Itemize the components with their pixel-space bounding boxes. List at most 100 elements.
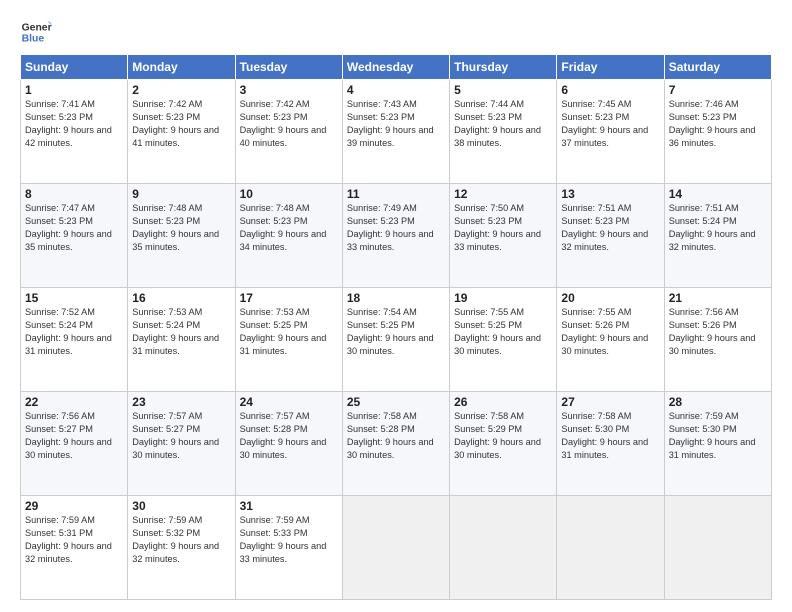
day-number: 25 — [347, 395, 445, 409]
day-number: 5 — [454, 83, 552, 97]
calendar-cell — [664, 496, 771, 600]
day-info: Sunrise: 7:48 AMSunset: 5:23 PMDaylight:… — [240, 202, 338, 254]
logo: General Blue — [20, 16, 52, 48]
day-info: Sunrise: 7:54 AMSunset: 5:25 PMDaylight:… — [347, 306, 445, 358]
day-info: Sunrise: 7:56 AMSunset: 5:26 PMDaylight:… — [669, 306, 767, 358]
day-info: Sunrise: 7:51 AMSunset: 5:23 PMDaylight:… — [561, 202, 659, 254]
calendar-cell: 3Sunrise: 7:42 AMSunset: 5:23 PMDaylight… — [235, 80, 342, 184]
day-info: Sunrise: 7:55 AMSunset: 5:26 PMDaylight:… — [561, 306, 659, 358]
day-number: 26 — [454, 395, 552, 409]
calendar-cell: 1Sunrise: 7:41 AMSunset: 5:23 PMDaylight… — [21, 80, 128, 184]
calendar-cell: 20Sunrise: 7:55 AMSunset: 5:26 PMDayligh… — [557, 288, 664, 392]
calendar-cell: 18Sunrise: 7:54 AMSunset: 5:25 PMDayligh… — [342, 288, 449, 392]
day-number: 28 — [669, 395, 767, 409]
day-info: Sunrise: 7:59 AMSunset: 5:33 PMDaylight:… — [240, 514, 338, 566]
day-info: Sunrise: 7:45 AMSunset: 5:23 PMDaylight:… — [561, 98, 659, 150]
day-number: 7 — [669, 83, 767, 97]
calendar-header-sunday: Sunday — [21, 55, 128, 80]
day-number: 11 — [347, 187, 445, 201]
svg-text:General: General — [22, 22, 52, 33]
day-info: Sunrise: 7:59 AMSunset: 5:31 PMDaylight:… — [25, 514, 123, 566]
day-number: 13 — [561, 187, 659, 201]
calendar-cell: 24Sunrise: 7:57 AMSunset: 5:28 PMDayligh… — [235, 392, 342, 496]
calendar-header-wednesday: Wednesday — [342, 55, 449, 80]
day-number: 14 — [669, 187, 767, 201]
day-info: Sunrise: 7:47 AMSunset: 5:23 PMDaylight:… — [25, 202, 123, 254]
day-info: Sunrise: 7:57 AMSunset: 5:27 PMDaylight:… — [132, 410, 230, 462]
day-number: 3 — [240, 83, 338, 97]
day-info: Sunrise: 7:58 AMSunset: 5:29 PMDaylight:… — [454, 410, 552, 462]
calendar-cell: 13Sunrise: 7:51 AMSunset: 5:23 PMDayligh… — [557, 184, 664, 288]
day-number: 16 — [132, 291, 230, 305]
calendar-page: General Blue SundayMondayTuesdayWednesda… — [0, 0, 792, 612]
calendar-table: SundayMondayTuesdayWednesdayThursdayFrid… — [20, 54, 772, 600]
calendar-week-5: 29Sunrise: 7:59 AMSunset: 5:31 PMDayligh… — [21, 496, 772, 600]
calendar-cell: 17Sunrise: 7:53 AMSunset: 5:25 PMDayligh… — [235, 288, 342, 392]
calendar-week-3: 15Sunrise: 7:52 AMSunset: 5:24 PMDayligh… — [21, 288, 772, 392]
calendar-cell — [557, 496, 664, 600]
day-number: 22 — [25, 395, 123, 409]
calendar-cell: 11Sunrise: 7:49 AMSunset: 5:23 PMDayligh… — [342, 184, 449, 288]
day-number: 18 — [347, 291, 445, 305]
day-number: 12 — [454, 187, 552, 201]
day-info: Sunrise: 7:43 AMSunset: 5:23 PMDaylight:… — [347, 98, 445, 150]
calendar-cell: 4Sunrise: 7:43 AMSunset: 5:23 PMDaylight… — [342, 80, 449, 184]
calendar-cell: 2Sunrise: 7:42 AMSunset: 5:23 PMDaylight… — [128, 80, 235, 184]
day-info: Sunrise: 7:58 AMSunset: 5:30 PMDaylight:… — [561, 410, 659, 462]
day-number: 9 — [132, 187, 230, 201]
calendar-cell: 25Sunrise: 7:58 AMSunset: 5:28 PMDayligh… — [342, 392, 449, 496]
day-info: Sunrise: 7:56 AMSunset: 5:27 PMDaylight:… — [25, 410, 123, 462]
day-number: 2 — [132, 83, 230, 97]
calendar-cell: 15Sunrise: 7:52 AMSunset: 5:24 PMDayligh… — [21, 288, 128, 392]
day-number: 15 — [25, 291, 123, 305]
day-number: 24 — [240, 395, 338, 409]
day-number: 23 — [132, 395, 230, 409]
page-header: General Blue — [20, 16, 772, 48]
calendar-cell: 9Sunrise: 7:48 AMSunset: 5:23 PMDaylight… — [128, 184, 235, 288]
calendar-cell: 7Sunrise: 7:46 AMSunset: 5:23 PMDaylight… — [664, 80, 771, 184]
calendar-header-tuesday: Tuesday — [235, 55, 342, 80]
calendar-cell: 10Sunrise: 7:48 AMSunset: 5:23 PMDayligh… — [235, 184, 342, 288]
calendar-cell: 14Sunrise: 7:51 AMSunset: 5:24 PMDayligh… — [664, 184, 771, 288]
day-number: 30 — [132, 499, 230, 513]
day-info: Sunrise: 7:53 AMSunset: 5:24 PMDaylight:… — [132, 306, 230, 358]
day-info: Sunrise: 7:48 AMSunset: 5:23 PMDaylight:… — [132, 202, 230, 254]
day-info: Sunrise: 7:51 AMSunset: 5:24 PMDaylight:… — [669, 202, 767, 254]
calendar-cell: 28Sunrise: 7:59 AMSunset: 5:30 PMDayligh… — [664, 392, 771, 496]
day-number: 19 — [454, 291, 552, 305]
day-info: Sunrise: 7:50 AMSunset: 5:23 PMDaylight:… — [454, 202, 552, 254]
day-number: 10 — [240, 187, 338, 201]
calendar-cell: 6Sunrise: 7:45 AMSunset: 5:23 PMDaylight… — [557, 80, 664, 184]
calendar-cell: 27Sunrise: 7:58 AMSunset: 5:30 PMDayligh… — [557, 392, 664, 496]
calendar-cell — [342, 496, 449, 600]
calendar-cell: 26Sunrise: 7:58 AMSunset: 5:29 PMDayligh… — [450, 392, 557, 496]
day-number: 4 — [347, 83, 445, 97]
calendar-cell: 5Sunrise: 7:44 AMSunset: 5:23 PMDaylight… — [450, 80, 557, 184]
calendar-cell — [450, 496, 557, 600]
day-info: Sunrise: 7:44 AMSunset: 5:23 PMDaylight:… — [454, 98, 552, 150]
day-info: Sunrise: 7:42 AMSunset: 5:23 PMDaylight:… — [132, 98, 230, 150]
day-number: 6 — [561, 83, 659, 97]
calendar-cell: 16Sunrise: 7:53 AMSunset: 5:24 PMDayligh… — [128, 288, 235, 392]
day-info: Sunrise: 7:55 AMSunset: 5:25 PMDaylight:… — [454, 306, 552, 358]
day-number: 21 — [669, 291, 767, 305]
calendar-cell: 19Sunrise: 7:55 AMSunset: 5:25 PMDayligh… — [450, 288, 557, 392]
calendar-cell: 8Sunrise: 7:47 AMSunset: 5:23 PMDaylight… — [21, 184, 128, 288]
day-info: Sunrise: 7:58 AMSunset: 5:28 PMDaylight:… — [347, 410, 445, 462]
day-info: Sunrise: 7:46 AMSunset: 5:23 PMDaylight:… — [669, 98, 767, 150]
day-number: 31 — [240, 499, 338, 513]
calendar-cell: 31Sunrise: 7:59 AMSunset: 5:33 PMDayligh… — [235, 496, 342, 600]
calendar-header-row: SundayMondayTuesdayWednesdayThursdayFrid… — [21, 55, 772, 80]
calendar-cell: 12Sunrise: 7:50 AMSunset: 5:23 PMDayligh… — [450, 184, 557, 288]
calendar-cell: 22Sunrise: 7:56 AMSunset: 5:27 PMDayligh… — [21, 392, 128, 496]
calendar-week-1: 1Sunrise: 7:41 AMSunset: 5:23 PMDaylight… — [21, 80, 772, 184]
day-info: Sunrise: 7:59 AMSunset: 5:32 PMDaylight:… — [132, 514, 230, 566]
calendar-header-monday: Monday — [128, 55, 235, 80]
day-number: 27 — [561, 395, 659, 409]
day-info: Sunrise: 7:42 AMSunset: 5:23 PMDaylight:… — [240, 98, 338, 150]
calendar-body: 1Sunrise: 7:41 AMSunset: 5:23 PMDaylight… — [21, 80, 772, 600]
day-number: 8 — [25, 187, 123, 201]
calendar-cell: 30Sunrise: 7:59 AMSunset: 5:32 PMDayligh… — [128, 496, 235, 600]
calendar-cell: 29Sunrise: 7:59 AMSunset: 5:31 PMDayligh… — [21, 496, 128, 600]
calendar-header-friday: Friday — [557, 55, 664, 80]
